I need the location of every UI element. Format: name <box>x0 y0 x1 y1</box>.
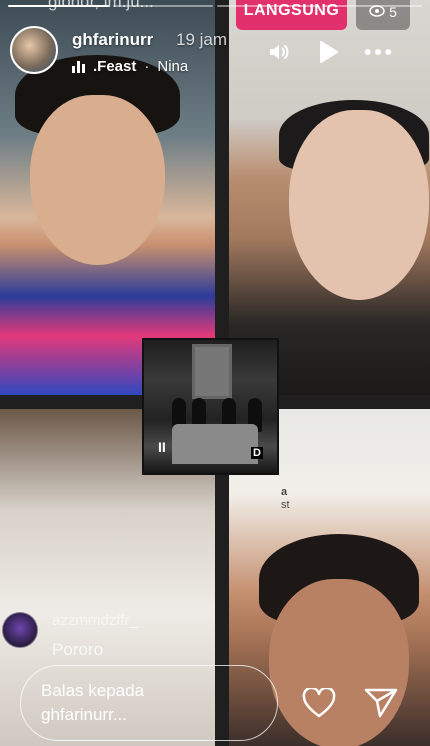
album-logo: D <box>251 447 263 459</box>
music-album-sticker[interactable]: II D <box>142 338 279 475</box>
story-viewer: gibndr, im.ju... LANGSUNG 5 ghfarinurr 1… <box>0 0 430 746</box>
username[interactable]: ghfarinurr <box>72 30 153 50</box>
speaker-icon[interactable] <box>265 38 293 66</box>
heart-icon[interactable] <box>300 684 338 722</box>
album-frame-shape <box>192 344 232 399</box>
face-shape <box>289 110 429 300</box>
face-shape <box>30 95 165 265</box>
reply-input[interactable]: Balas kepada ghfarinurr... <box>20 665 278 741</box>
comment-username: azzmmdzffr_ <box>52 612 138 629</box>
progress-segment <box>217 5 318 7</box>
comment-avatar <box>2 612 38 648</box>
play-icon[interactable] <box>314 38 342 66</box>
music-bars-icon <box>72 60 85 73</box>
progress-segment <box>8 5 109 7</box>
reply-placeholder: Balas kepada ghfarinurr... <box>41 681 145 724</box>
ghost-side-text: a <box>281 486 288 498</box>
more-icon[interactable] <box>364 38 392 66</box>
music-title: Nina <box>157 58 189 75</box>
album-table-shape <box>172 424 258 464</box>
timestamp: 19 jam <box>176 30 228 49</box>
comment-text: Pororo <box>52 640 104 659</box>
send-icon[interactable] <box>362 684 400 722</box>
progress-segment <box>321 5 422 7</box>
comment-overlay: azzmmdzffr_ Pororo <box>2 608 202 664</box>
music-artist: .Feast <box>93 58 137 75</box>
ghost-side-text: st <box>281 499 290 511</box>
story-header: ghfarinurr 19 jam .Feast · Nina <box>10 22 420 82</box>
story-progress <box>8 5 422 7</box>
music-info[interactable]: .Feast · Nina <box>72 58 188 75</box>
progress-segment <box>112 5 213 7</box>
music-separator: · <box>144 58 150 75</box>
avatar[interactable] <box>10 26 58 74</box>
pause-icon: II <box>158 439 166 455</box>
